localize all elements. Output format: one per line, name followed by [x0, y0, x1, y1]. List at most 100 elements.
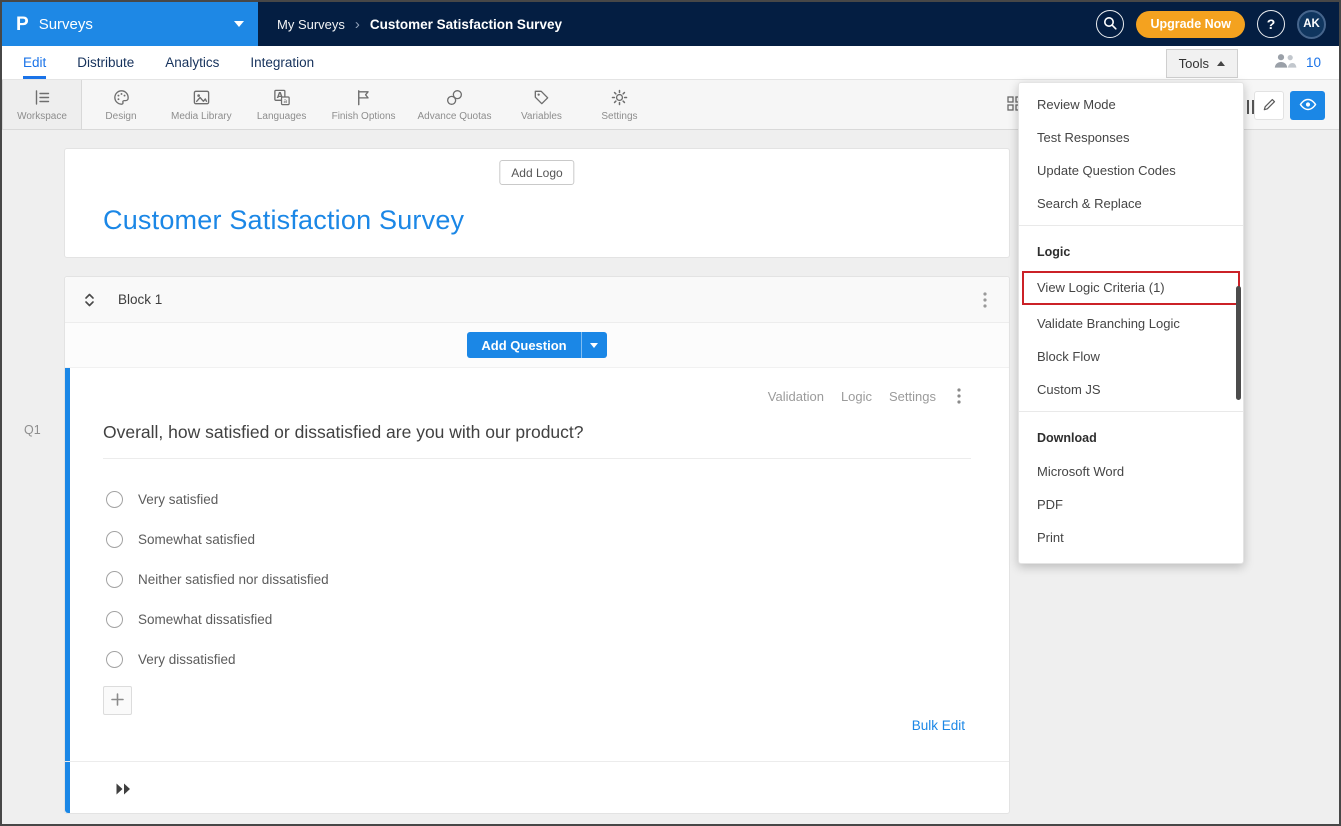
workspace-icon	[33, 88, 52, 108]
toolbar-item-label: Media Library	[171, 111, 232, 122]
topbar: P Surveys My Surveys › Customer Satisfac…	[2, 2, 1339, 46]
toolbar-item-workspace[interactable]: Workspace	[2, 80, 82, 129]
bulk-edit-link[interactable]: Bulk Edit	[912, 718, 965, 733]
tab-analytics[interactable]: Analytics	[165, 46, 219, 79]
add-logo-button[interactable]: Add Logo	[499, 160, 574, 185]
advance-quotas-icon	[445, 88, 464, 108]
tools-menu: Review Mode Test Responses Update Questi…	[1018, 82, 1244, 564]
question-text[interactable]: Overall, how satisfied or dissatisfied a…	[103, 422, 584, 443]
toolbar-item-finish-options[interactable]: Finish Options	[321, 80, 407, 129]
answer-option-label[interactable]: Very satisfied	[138, 492, 218, 507]
question-footer-divider	[65, 761, 1009, 762]
menu-item-update-question-codes[interactable]: Update Question Codes	[1019, 154, 1243, 187]
radio-icon	[106, 651, 123, 668]
block-title: Block 1	[118, 292, 162, 307]
menu-item-custom-js[interactable]: Custom JS	[1019, 373, 1243, 406]
breadcrumb-my-surveys[interactable]: My Surveys	[277, 17, 345, 32]
tab-edit[interactable]: Edit	[23, 46, 46, 79]
collaborators-button[interactable]: 10	[1273, 46, 1321, 79]
question-card: Validation Logic Settings Overall, how s…	[65, 368, 1009, 813]
menu-header-download: Download	[1019, 417, 1243, 455]
question-code: Q1	[24, 423, 41, 437]
app-window: P Surveys My Surveys › Customer Satisfac…	[0, 0, 1341, 826]
topbar-actions: Upgrade Now ? AK	[1096, 10, 1339, 39]
block-card: Block 1 Add Question Validation Logic Se…	[64, 276, 1010, 814]
toolbar-item-variables[interactable]: Variables	[502, 80, 580, 129]
toolbar-item-label: Finish Options	[332, 111, 396, 122]
edit-pencil-button[interactable]	[1254, 91, 1284, 120]
radio-icon	[106, 611, 123, 628]
question-selected-bar	[65, 368, 70, 813]
product-switcher[interactable]: P Surveys	[2, 2, 258, 46]
menu-item-review-mode[interactable]: Review Mode	[1019, 88, 1243, 121]
help-button[interactable]: ?	[1257, 10, 1285, 38]
avatar[interactable]: AK	[1297, 10, 1326, 39]
answer-option-row: Very satisfied	[106, 479, 218, 519]
pencil-icon	[1262, 97, 1277, 115]
menu-header-logic: Logic	[1019, 231, 1243, 269]
languages-icon: Aa	[272, 88, 292, 108]
toolbar-item-advance-quotas[interactable]: Advance Quotas	[407, 80, 503, 129]
menu-item-search-replace[interactable]: Search & Replace	[1019, 187, 1243, 220]
breadcrumb: My Surveys › Customer Satisfaction Surve…	[277, 16, 562, 33]
tools-button[interactable]: Tools	[1166, 49, 1238, 78]
menu-item-validate-branching-logic[interactable]: Validate Branching Logic	[1019, 307, 1243, 340]
tools-button-label: Tools	[1179, 56, 1209, 71]
plus-icon	[111, 693, 124, 709]
answer-option-label[interactable]: Somewhat satisfied	[138, 532, 255, 547]
answer-option-row: Very dissatisfied	[106, 639, 236, 679]
help-icon: ?	[1267, 16, 1276, 32]
variables-icon	[532, 88, 551, 108]
menu-item-test-responses[interactable]: Test Responses	[1019, 121, 1243, 154]
menu-divider	[1019, 411, 1243, 412]
upgrade-button[interactable]: Upgrade Now	[1136, 11, 1245, 38]
block-kebab-menu-icon[interactable]	[979, 288, 991, 312]
radio-icon	[106, 491, 123, 508]
menu-item-microsoft-word[interactable]: Microsoft Word	[1019, 455, 1243, 488]
toolbar-item-settings[interactable]: Settings	[580, 80, 658, 129]
answer-option-row: Neither satisfied nor dissatisfied	[106, 559, 329, 599]
preview-button[interactable]	[1290, 91, 1325, 120]
menu-item-pdf[interactable]: PDF	[1019, 488, 1243, 521]
search-icon	[1103, 16, 1117, 33]
media-library-icon	[192, 88, 211, 108]
answer-option-label[interactable]: Very dissatisfied	[138, 652, 236, 667]
toolbar-item-label: Advance Quotas	[418, 111, 492, 122]
menu-scrollbar[interactable]	[1236, 286, 1241, 400]
tab-distribute[interactable]: Distribute	[77, 46, 134, 79]
menu-item-view-logic-criteria[interactable]: View Logic Criteria (1)	[1022, 271, 1240, 305]
nav-row: Edit Distribute Analytics Integration To…	[2, 46, 1339, 79]
answer-option-label[interactable]: Neither satisfied nor dissatisfied	[138, 572, 329, 587]
add-option-button[interactable]	[103, 686, 132, 715]
toolbar-item-label: Settings	[601, 111, 637, 122]
settings-gear-icon	[610, 88, 629, 108]
answer-option-row: Somewhat satisfied	[106, 519, 255, 559]
tab-integration[interactable]: Integration	[250, 46, 314, 79]
question-settings-link[interactable]: Settings	[889, 389, 936, 404]
search-button[interactable]	[1096, 10, 1124, 38]
toolbar-item-label: Design	[105, 111, 136, 122]
answer-option-label[interactable]: Somewhat dissatisfied	[138, 612, 272, 627]
menu-item-print[interactable]: Print	[1019, 521, 1243, 554]
toolbar-item-media-library[interactable]: Media Library	[160, 80, 243, 129]
toolbar-item-label: Languages	[257, 111, 307, 122]
breadcrumb-current-survey: Customer Satisfaction Survey	[370, 17, 562, 32]
add-question-dropdown-button[interactable]	[581, 332, 607, 358]
toolbar-item-languages[interactable]: Aa Languages	[243, 80, 321, 129]
add-question-row: Add Question	[65, 323, 1009, 368]
block-header: Block 1	[65, 277, 1009, 323]
add-question-split-button: Add Question	[467, 332, 606, 358]
breadcrumb-separator-icon: ›	[355, 16, 360, 33]
chevron-down-icon	[234, 21, 244, 27]
question-validation-link[interactable]: Validation	[768, 389, 824, 404]
toolbar-item-design[interactable]: Design	[82, 80, 160, 129]
add-question-button[interactable]: Add Question	[467, 332, 580, 358]
chevron-up-icon	[1217, 61, 1225, 66]
question-divider	[103, 458, 971, 459]
menu-item-block-flow[interactable]: Block Flow	[1019, 340, 1243, 373]
skip-forward-icon[interactable]	[115, 782, 132, 801]
question-logic-link[interactable]: Logic	[841, 389, 872, 404]
collapse-block-icon[interactable]	[83, 292, 96, 308]
question-kebab-menu-icon[interactable]	[953, 384, 965, 408]
survey-title[interactable]: Customer Satisfaction Survey	[103, 205, 464, 236]
